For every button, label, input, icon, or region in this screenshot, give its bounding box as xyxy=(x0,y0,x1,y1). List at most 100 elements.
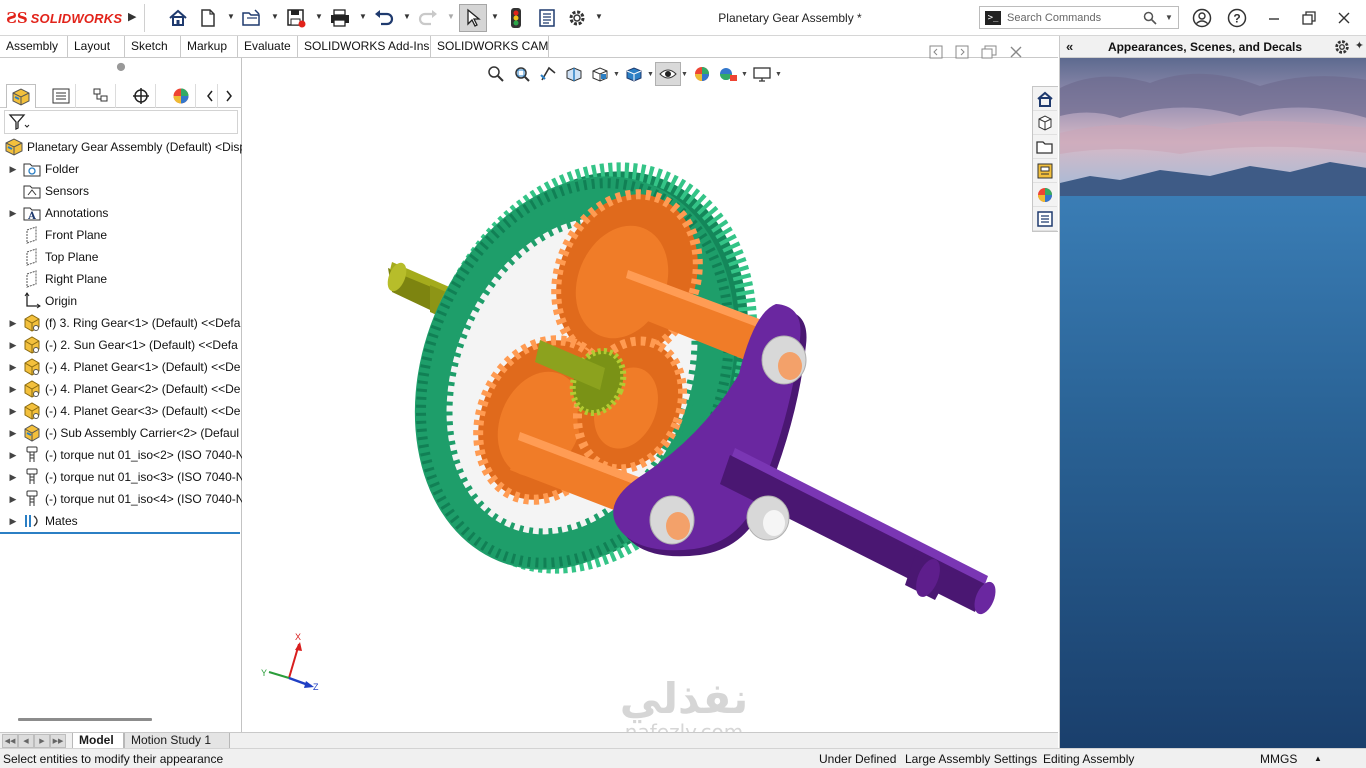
expand-arrow-icon[interactable]: ▶ xyxy=(7,494,19,505)
save-dropdown-icon[interactable]: ▼ xyxy=(315,12,323,24)
print-icon[interactable] xyxy=(328,6,352,30)
tab-motion-study[interactable]: Motion Study 1 xyxy=(124,733,230,749)
units-dropdown-icon[interactable]: ▲ xyxy=(1314,754,1322,763)
tabs-scroll-right-icon[interactable] xyxy=(220,84,238,108)
tab-sketch[interactable]: Sketch xyxy=(125,36,181,58)
open-dropdown-icon[interactable]: ▼ xyxy=(271,12,279,24)
first-tab-arrow-icon[interactable]: ◀◀ xyxy=(2,734,18,748)
tab-assembly[interactable]: Assembly xyxy=(0,36,68,58)
apply-scene-icon[interactable] xyxy=(715,62,741,86)
view-orientation-dropdown-icon[interactable]: ▼ xyxy=(613,71,621,78)
solidworks-resources-icon[interactable] xyxy=(1033,87,1057,111)
hide-show-dropdown-icon[interactable]: ▼ xyxy=(681,71,689,78)
edit-appearance-icon[interactable] xyxy=(689,62,715,86)
next-tab-arrow-icon[interactable]: ▶ xyxy=(34,734,50,748)
redo-icon[interactable] xyxy=(416,6,440,30)
zoom-to-fit-icon[interactable] xyxy=(483,62,509,86)
expand-arrow-icon[interactable]: ▶ xyxy=(7,428,19,439)
property-manager-tab-icon[interactable] xyxy=(46,84,76,108)
viewport-close-icon[interactable] xyxy=(1009,45,1023,59)
filter-icon[interactable] xyxy=(8,113,30,131)
help-icon[interactable]: ? xyxy=(1223,6,1251,30)
undo-dropdown-icon[interactable]: ▼ xyxy=(403,12,411,24)
print-dropdown-icon[interactable]: ▼ xyxy=(359,12,367,24)
viewport-collapse-right-icon[interactable] xyxy=(955,45,969,59)
tree-item[interactable]: ▶ (-) 4. Planet Gear<3> (Default) <<De xyxy=(0,400,242,422)
viewport-restore-icon[interactable] xyxy=(981,45,997,59)
tree-item[interactable]: Front Plane xyxy=(0,224,242,246)
search-commands-input[interactable] xyxy=(1007,11,1137,24)
collapse-task-pane-icon[interactable]: « xyxy=(1066,39,1073,54)
panel-grip-icon[interactable]: ⬤ xyxy=(0,62,242,76)
view-settings-icon[interactable] xyxy=(749,62,775,86)
tab-solidworks-add-ins[interactable]: SOLIDWORKS Add-Ins xyxy=(298,36,431,58)
expand-arrow-icon[interactable]: ▶ xyxy=(7,516,19,527)
scene-preview-image[interactable] xyxy=(1060,58,1366,748)
zoom-to-area-icon[interactable] xyxy=(509,62,535,86)
last-tab-arrow-icon[interactable]: ▶▶ xyxy=(50,734,66,748)
tree-item[interactable]: Top Plane xyxy=(0,246,242,268)
tree-item[interactable]: ▶ (-) torque nut 01_iso<4> (ISO 7040-N xyxy=(0,488,242,510)
tab-markup[interactable]: Markup xyxy=(181,36,238,58)
save-icon[interactable] xyxy=(284,6,308,30)
tab-model[interactable]: Model xyxy=(72,733,124,749)
view-settings-dropdown-icon[interactable]: ▼ xyxy=(775,71,783,78)
open-folder-icon[interactable] xyxy=(240,6,264,30)
file-explorer-icon[interactable] xyxy=(1033,135,1057,159)
tree-item[interactable]: ▶ (-) 4. Planet Gear<2> (Default) <<De xyxy=(0,378,242,400)
tree-item[interactable]: ▶ (f) 3. Ring Gear<1> (Default) <<Defa xyxy=(0,312,242,334)
view-orientation-icon[interactable] xyxy=(587,62,613,86)
view-palette-icon[interactable] xyxy=(1033,159,1057,183)
custom-properties-icon[interactable] xyxy=(1033,207,1057,231)
dimxpert-manager-tab-icon[interactable] xyxy=(126,84,156,108)
section-view-icon[interactable] xyxy=(561,62,587,86)
tree-item[interactable]: Origin xyxy=(0,290,242,312)
redo-dropdown-icon[interactable]: ▼ xyxy=(447,12,455,24)
undo-icon[interactable] xyxy=(372,6,396,30)
new-document-icon[interactable] xyxy=(196,6,220,30)
tree-item[interactable]: ▶ (-) Sub Assembly Carrier<2> (Defaul xyxy=(0,422,242,444)
restore-icon[interactable] xyxy=(1295,6,1323,30)
hide-show-items-icon[interactable] xyxy=(655,62,681,86)
tree-root-assembly[interactable]: Planetary Gear Assembly (Default) <Disp xyxy=(0,136,242,158)
display-style-dropdown-icon[interactable]: ▼ xyxy=(647,71,655,78)
tab-solidworks-cam[interactable]: SOLIDWORKS CAM xyxy=(431,36,549,58)
tabs-scroll-left-icon[interactable] xyxy=(202,84,218,108)
tree-item[interactable]: ▶ (-) 2. Sun Gear<1> (Default) <<Defa xyxy=(0,334,242,356)
tree-filter-box[interactable] xyxy=(4,110,238,134)
tab-evaluate[interactable]: Evaluate xyxy=(238,36,298,58)
expand-arrow-icon[interactable]: ▶ xyxy=(7,318,19,329)
minimize-icon[interactable] xyxy=(1260,6,1288,30)
user-account-icon[interactable] xyxy=(1188,6,1216,30)
expand-arrow-icon[interactable]: ▶ xyxy=(7,406,19,417)
pin-icon[interactable]: ✦ xyxy=(1355,39,1364,52)
rebuild-traffic-light-icon[interactable] xyxy=(504,6,528,30)
previous-view-icon[interactable] xyxy=(535,62,561,86)
tree-item[interactable]: ▶ (-) 4. Planet Gear<1> (Default) <<De xyxy=(0,356,242,378)
configuration-manager-tab-icon[interactable] xyxy=(86,84,116,108)
display-style-icon[interactable] xyxy=(621,62,647,86)
tree-item[interactable]: ▶ Mates xyxy=(0,510,242,532)
expand-arrow-icon[interactable]: ▶ xyxy=(7,340,19,351)
close-icon[interactable] xyxy=(1330,6,1358,30)
expand-arrow-icon[interactable]: ▶ xyxy=(7,164,19,175)
graphics-area[interactable]: ▼ ▼ ▼ ▼ ▼ X Y Z نفذلي nafezly.com xyxy=(243,45,1058,742)
search-dropdown-icon[interactable]: ▼ xyxy=(1165,13,1173,22)
options-gear-icon[interactable] xyxy=(565,6,589,30)
display-manager-tab-icon[interactable] xyxy=(166,84,196,108)
design-library-icon[interactable] xyxy=(1033,111,1057,135)
solidworks-logo[interactable]: ƧS SOLIDWORKS xyxy=(6,9,122,27)
prev-tab-arrow-icon[interactable]: ◀ xyxy=(18,734,34,748)
expand-arrow-icon[interactable]: ▶ xyxy=(7,472,19,483)
search-commands-box[interactable]: >_ ▼ xyxy=(979,6,1179,29)
viewport-collapse-left-icon[interactable] xyxy=(929,45,943,59)
tab-layout[interactable]: Layout xyxy=(68,36,125,58)
select-arrow-icon[interactable] xyxy=(459,4,487,32)
expand-arrow-icon[interactable]: ▶ xyxy=(7,362,19,373)
tree-item[interactable]: ▶ (-) torque nut 01_iso<3> (ISO 7040-N xyxy=(0,466,242,488)
tree-item[interactable]: Sensors xyxy=(0,180,242,202)
planetary-gear-model[interactable] xyxy=(243,58,1058,732)
feature-manager-tab-icon[interactable] xyxy=(6,84,36,108)
status-units[interactable]: MMGS xyxy=(1260,752,1297,766)
horizontal-scrollbar[interactable] xyxy=(18,718,152,721)
